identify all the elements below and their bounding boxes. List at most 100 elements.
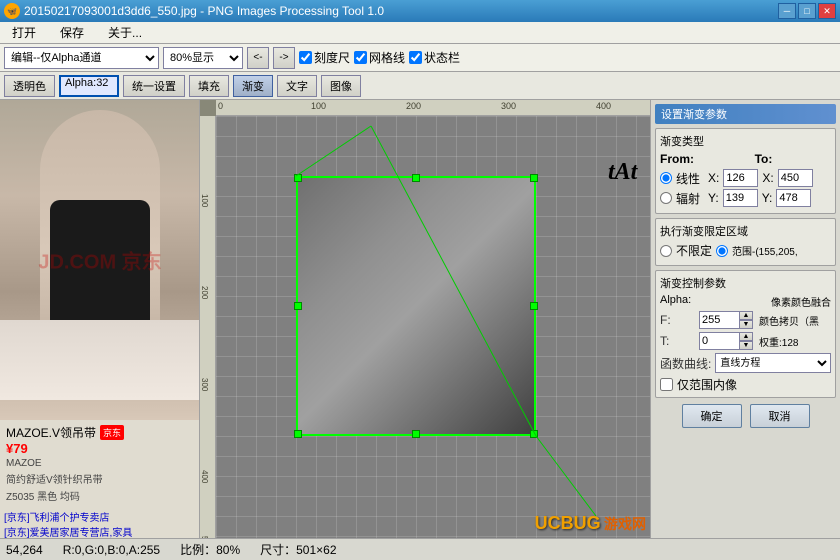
x-from-input[interactable] (723, 169, 758, 187)
ruler-label-left-100: 100 (200, 194, 209, 207)
statusbar: 54,264 R:0,G:0,B:0,A:255 比例：80% 尺寸：501×6… (0, 538, 840, 560)
alpha-col-label: Alpha: (660, 294, 691, 309)
handle-mr[interactable] (530, 302, 538, 310)
ok-cancel-buttons: 确定 取消 (655, 404, 836, 428)
transparent-color-button[interactable]: 透明色 (4, 75, 55, 97)
grid-checkbox[interactable] (354, 51, 367, 64)
image-box[interactable] (296, 176, 536, 436)
product-info: MAZOE.V领吊带 京东 ¥79 MAZOE 简约舒适V领针织吊带 Z5035… (0, 420, 199, 507)
range-radio[interactable] (716, 245, 728, 257)
fill-button[interactable]: 填充 (189, 75, 229, 97)
gradient-button[interactable]: 渐变 (233, 75, 273, 97)
zoom-select[interactable]: 80%显示 (163, 47, 243, 69)
canvas-content[interactable]: tAt UCBUG 游戏网 (216, 116, 650, 538)
f-spin-buttons[interactable]: ▲ ▼ (739, 311, 753, 329)
y-from-input[interactable] (723, 189, 758, 207)
ruler-label: 刻度尺 (314, 49, 350, 66)
ruler-label-left-300: 300 (200, 378, 209, 391)
canvas-area[interactable]: 0 100 200 300 400 100 200 300 400 500 (200, 100, 650, 538)
radial-radio-row: 辐射 Y: Y: (660, 189, 831, 207)
t-spin-down[interactable]: ▼ (739, 341, 753, 350)
weight-label: 权重:128 (759, 334, 798, 349)
handle-tm[interactable] (412, 174, 420, 182)
f-spinbox[interactable]: ▲ ▼ (699, 311, 753, 329)
x-to-label: X: (762, 171, 773, 185)
link1[interactable]: [京东]飞利浦个护专卖店 (4, 509, 195, 524)
f-spin-down[interactable]: ▼ (739, 320, 753, 329)
menubar: 打开 保存 关于... (0, 22, 840, 44)
ruler-label-0: 0 (218, 101, 223, 111)
handle-tl[interactable] (294, 174, 302, 182)
linear-radio[interactable] (660, 172, 672, 184)
linear-label: 线性 (676, 170, 700, 187)
range-val-label: 范围-(155,205, (732, 243, 798, 258)
product-brand-row: MAZOE.V领吊带 京东 (6, 424, 193, 441)
maximize-button[interactable]: □ (798, 3, 816, 19)
cancel-button[interactable]: 取消 (750, 404, 810, 428)
radial-radio[interactable] (660, 192, 672, 204)
toolbar1: 编辑--仅Alpha通道 80%显示 <- -> 刻度尺 网格线 状态栏 (0, 44, 840, 72)
handle-br[interactable] (530, 430, 538, 438)
ruler-label-300: 300 (501, 101, 516, 111)
t-spinbox[interactable]: ▲ ▼ (699, 332, 753, 350)
unify-settings-button[interactable]: 统一设置 (123, 75, 185, 97)
curve-select[interactable]: 直线方程 (715, 353, 831, 373)
ruler-label-100: 100 (311, 101, 326, 111)
y-to-input[interactable] (776, 189, 811, 207)
window-title: 20150217093001d3dd6_550.jpg - PNG Images… (24, 4, 384, 18)
f-input[interactable] (699, 311, 739, 329)
range-check-label: 仅范围内像 (677, 376, 737, 393)
ruler-checkbox[interactable] (299, 51, 312, 64)
minimize-button[interactable]: ─ (778, 3, 796, 19)
menu-about[interactable]: 关于... (100, 22, 150, 43)
menu-save[interactable]: 保存 (52, 22, 92, 43)
panel-title: 设置渐变参数 (655, 104, 836, 124)
t-param-row: T: ▲ ▼ 权重:128 (660, 332, 831, 350)
t-spin-buttons[interactable]: ▲ ▼ (739, 332, 753, 350)
tat-text: tAt (608, 159, 637, 186)
handle-bl[interactable] (294, 430, 302, 438)
statusbar-checkbox[interactable] (409, 51, 422, 64)
ruler-label-left-400: 400 (200, 470, 209, 483)
unlimited-radio-row: 不限定 范围-(155,205, (660, 242, 831, 259)
image-button[interactable]: 图像 (321, 75, 361, 97)
alpha-display: Alpha:32 (59, 75, 119, 97)
ruler-label-200: 200 (406, 101, 421, 111)
statusbar-checkbox-label: 状态栏 (409, 49, 460, 66)
handle-tr[interactable] (530, 174, 538, 182)
t-spin-up[interactable]: ▲ (739, 332, 753, 341)
handle-ml[interactable] (294, 302, 302, 310)
nav-forward-button[interactable]: -> (273, 47, 295, 69)
window-controls[interactable]: ─ □ ✕ (778, 3, 836, 19)
range-checkbox[interactable] (660, 378, 673, 391)
nav-back-button[interactable]: <- (247, 47, 269, 69)
menu-open[interactable]: 打开 (4, 22, 44, 43)
f-label: F: (660, 313, 695, 327)
grid-label: 网格线 (369, 49, 405, 66)
close-button[interactable]: ✕ (818, 3, 836, 19)
titlebar-left: 🦋 20150217093001d3dd6_550.jpg - PNG Imag… (4, 3, 384, 19)
ucbug-logo: UCBUG (535, 513, 601, 533)
text-button[interactable]: 文字 (277, 75, 317, 97)
f-param-row: F: ▲ ▼ 颜色拷贝（黑 (660, 311, 831, 329)
range-label: 执行渐变限定区域 (660, 223, 831, 239)
ucbug-suffix: 游戏网 (604, 516, 646, 532)
t-input[interactable] (699, 332, 739, 350)
t-label: T: (660, 334, 695, 348)
handle-bm[interactable] (412, 430, 420, 438)
pixel-merge-label: 像素颜色融合 (771, 294, 831, 309)
x-to-input[interactable] (778, 169, 813, 187)
unlimited-radio[interactable] (660, 245, 672, 257)
statusbar-label: 状态栏 (424, 49, 460, 66)
f-spin-up[interactable]: ▲ (739, 311, 753, 320)
ruler-left: 100 200 300 400 500 (200, 116, 216, 538)
status-color: R:0,G:0,B:0,A:255 (63, 543, 160, 557)
ucbug-area: UCBUG 游戏网 (535, 513, 646, 534)
from-label: From: (660, 152, 694, 166)
link2[interactable]: [京东]爱美居家居专营店,家具 (4, 524, 195, 538)
gradient-type-group: 渐变类型 From: To: 线性 X: X: 辐射 Y: Y: (655, 128, 836, 214)
ruler-label-400: 400 (596, 101, 611, 111)
mode-select[interactable]: 编辑--仅Alpha通道 (4, 47, 159, 69)
range-group: 执行渐变限定区域 不限定 范围-(155,205, (655, 218, 836, 266)
ok-button[interactable]: 确定 (682, 404, 742, 428)
